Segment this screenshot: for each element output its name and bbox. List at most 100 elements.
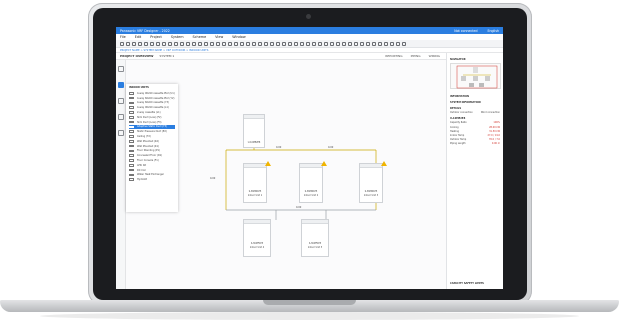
toolbar-tool-icon[interactable] (318, 42, 322, 46)
toolbar-tool-icon[interactable] (246, 42, 250, 46)
indoor-unit-dropdown[interactable]: INDOOR UNITS 4-way 90x90 cassette PU2 (U… (126, 84, 178, 212)
toolbar-tool-icon[interactable] (210, 42, 214, 46)
toolbar-tool-icon[interactable] (216, 42, 220, 46)
warning-icon[interactable] (321, 161, 327, 166)
details-heading[interactable]: DETAILS (450, 107, 500, 110)
toolbar-tool-icon[interactable] (144, 42, 148, 46)
toolbar-tool-icon[interactable] (384, 42, 388, 46)
toolbar-tool-icon[interactable] (354, 42, 358, 46)
navigator-heading[interactable]: NAVIGATOR (450, 58, 500, 61)
dropdown-item[interactable]: Hydrokit (129, 177, 175, 182)
toolbar-tool-icon[interactable] (396, 42, 400, 46)
unit-type-icon (129, 168, 134, 172)
laptop-shadow (40, 312, 579, 320)
tab-wiring[interactable]: WIRING (429, 54, 440, 58)
indoor-unit-model: S-36MR1E5 (364, 190, 378, 193)
account-status[interactable]: Not connected (454, 29, 477, 33)
toolbar-tool-icon[interactable] (258, 42, 262, 46)
information-heading[interactable]: INFORMATION (450, 95, 500, 98)
toolbar-tool-icon[interactable] (252, 42, 256, 46)
controller-tool-icon[interactable] (118, 130, 124, 136)
title-bar: Panasonic VRF Designer - 2022 Not connec… (116, 27, 503, 34)
toolbar-tool-icon[interactable] (276, 42, 280, 46)
navigator-thumbnail[interactable] (450, 63, 501, 89)
indoor-unit-node[interactable]: S-36MR1E5 Indoor Unit 1 (243, 163, 267, 203)
indoor-unit-node[interactable]: S-36MF1E5 Indoor Unit 4 (243, 219, 271, 257)
dropdown-item-label: AHU Kit (137, 163, 147, 167)
menu-project[interactable]: Project (150, 35, 162, 39)
toolbar-tool-icon[interactable] (288, 42, 292, 46)
toolbar-tool-icon[interactable] (150, 42, 154, 46)
indoor-unit-node[interactable]: S-36MF1E5 Indoor Unit 5 (301, 219, 329, 257)
outdoor-unit-tool-icon[interactable] (118, 98, 124, 104)
pipe-tool-icon[interactable] (118, 114, 124, 120)
unit-type-icon (129, 159, 134, 162)
toolbar-tool-icon[interactable] (264, 42, 268, 46)
menu-edit[interactable]: Edit (135, 35, 142, 39)
toolbar-tool-icon[interactable] (174, 42, 178, 46)
toolbar-tool-icon[interactable] (180, 42, 184, 46)
outdoor-unit[interactable]: U-10ME2E8 (243, 114, 265, 148)
indoor-unit-node[interactable]: S-36MR1E5 Indoor Unit 3 (359, 163, 383, 203)
indoor-unit-tool-icon[interactable] (118, 82, 124, 88)
unit-type-icon (129, 106, 134, 110)
indoor-unit-node[interactable]: S-36MR1E5 Indoor Unit 2 (299, 163, 323, 203)
tab-project-overview[interactable]: PROJECT OVERVIEW (120, 54, 153, 58)
toolbar-tool-icon[interactable] (162, 42, 166, 46)
toolbar-tool-icon[interactable] (168, 42, 172, 46)
design-canvas[interactable]: U-10ME2E8 0.00 0.00 0.00 0.00 S-36MR1E5 … (126, 60, 446, 289)
toolbar-tool-icon[interactable] (138, 42, 142, 46)
toolbar-tool-icon[interactable] (294, 42, 298, 46)
toolbar-tool-icon[interactable] (366, 42, 370, 46)
radio-wind[interactable]: Wind connection (481, 111, 500, 114)
menu-system[interactable]: System (171, 35, 184, 39)
toolbar-tool-icon[interactable] (372, 42, 376, 46)
toolbar-tool-icon[interactable] (312, 42, 316, 46)
toolbar-tool-icon[interactable] (192, 42, 196, 46)
menu-view[interactable]: View (215, 35, 223, 39)
detail-key: Indoor Temp (450, 133, 465, 137)
radio-outdoor[interactable]: Outdoor connection (450, 111, 473, 114)
toolbar-tool-icon[interactable] (132, 42, 136, 46)
tab-system[interactable]: SYSTEM 1 (159, 54, 174, 58)
toolbar-tool-icon[interactable] (204, 42, 208, 46)
capacity-limits-heading[interactable]: CAPACITY SAFETY LIMITS (450, 282, 484, 285)
toolbar-tool-icon[interactable] (126, 42, 130, 46)
toolbar-tool-icon[interactable] (342, 42, 346, 46)
toolbar-tool-icon[interactable] (330, 42, 334, 46)
select-tool-icon[interactable] (118, 66, 124, 72)
toolbar-tool-icon[interactable] (282, 42, 286, 46)
toolbar-tool-icon[interactable] (198, 42, 202, 46)
toolbar-tool-icon[interactable] (336, 42, 340, 46)
language-select[interactable]: English (487, 29, 499, 33)
detail-key: Capacity Ratio (450, 121, 467, 125)
toolbar-tool-icon[interactable] (270, 42, 274, 46)
toolbar-tool-icon[interactable] (348, 42, 352, 46)
toolbar-tool-icon[interactable] (306, 42, 310, 46)
toolbar-tool-icon[interactable] (390, 42, 394, 46)
toolbar-tool-icon[interactable] (186, 42, 190, 46)
toolbar-tool-icon[interactable] (234, 42, 238, 46)
toolbar-tool-icon[interactable] (402, 42, 406, 46)
tab-piping[interactable]: PIPING (411, 54, 421, 58)
toolbar-tool-icon[interactable] (228, 42, 232, 46)
warning-icon[interactable] (265, 161, 271, 166)
toolbar-tool-icon[interactable] (156, 42, 160, 46)
toolbar-tool-icon[interactable] (240, 42, 244, 46)
menu-file[interactable]: File (120, 35, 126, 39)
toolbar-tool-icon[interactable] (378, 42, 382, 46)
camera-icon (306, 14, 311, 19)
system-info-heading[interactable]: SYSTEM INFORMATION (450, 101, 500, 104)
detail-row: Capacity Ratio 106% (450, 121, 500, 124)
dropdown-item-label: Concealed Floor (R1) (137, 154, 163, 158)
menu-scheme[interactable]: Scheme (193, 35, 207, 39)
toolbar-tool-icon[interactable] (300, 42, 304, 46)
toolbar-tool-icon[interactable] (324, 42, 328, 46)
warning-icon[interactable] (381, 161, 387, 166)
toolbar-tool-icon[interactable] (222, 42, 226, 46)
toolbar-tool-icon[interactable] (120, 42, 124, 46)
tab-reporting[interactable]: REPORTING (385, 54, 402, 58)
toolbar (116, 40, 503, 48)
menu-window[interactable]: Window (232, 35, 245, 39)
toolbar-tool-icon[interactable] (360, 42, 364, 46)
